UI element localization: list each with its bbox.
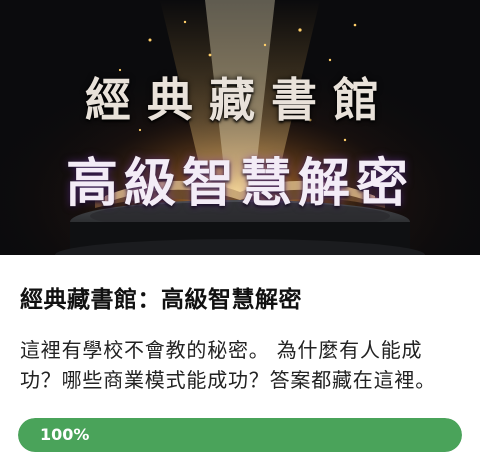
banner-title: 經典藏書館 bbox=[85, 73, 395, 127]
course-title[interactable]: 經典藏書館：高級智慧解密 bbox=[20, 285, 460, 315]
banner-subtitle: 高級智慧解密 bbox=[65, 153, 414, 214]
progress-bar: 100% bbox=[18, 418, 462, 452]
progress-label: 100% bbox=[40, 425, 90, 444]
course-card[interactable]: 經典藏書館 高級智慧解密 經典藏書館：高級智慧解密 這裡有學校不會教的秘密。 為… bbox=[0, 0, 480, 474]
course-banner-image[interactable]: 經典藏書館 高級智慧解密 bbox=[0, 0, 480, 255]
course-description: 這裡有學校不會教的秘密。 為什麼有人能成功？哪些商業模式能成功？答案都藏在這裡。 bbox=[20, 338, 436, 392]
course-info: 經典藏書館：高級智慧解密 這裡有學校不會教的秘密。 為什麼有人能成功？哪些商業模… bbox=[0, 285, 480, 395]
